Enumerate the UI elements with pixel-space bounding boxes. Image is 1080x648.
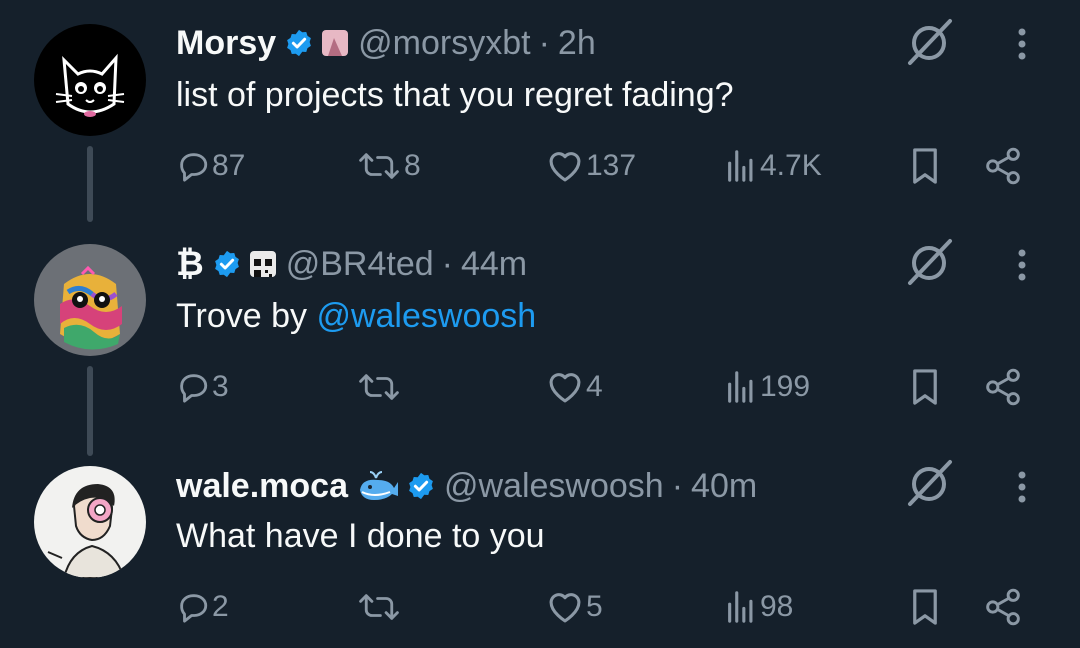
more-icon[interactable] [1010, 467, 1034, 507]
views-button[interactable]: 98 [724, 585, 793, 629]
views-icon [728, 371, 753, 403]
tweet-text-prefix: Trove by [176, 297, 317, 335]
handle[interactable]: @waleswoosh [444, 467, 664, 506]
handle[interactable]: @morsyxbt [358, 24, 530, 63]
heart-icon [549, 152, 581, 182]
repost-button[interactable] [356, 365, 404, 409]
whale-emoji-icon [359, 471, 398, 500]
views-icon [728, 591, 753, 623]
more-icon[interactable] [1010, 24, 1034, 64]
tweet[interactable]: Morsy @morsyxbt · 2h list of projects th… [0, 0, 1080, 220]
reply-button[interactable]: 2 [176, 585, 229, 629]
like-button[interactable]: 5 [546, 585, 603, 629]
tweet-text: list of projects that you regret fading? [176, 76, 734, 114]
like-count: 4 [586, 370, 603, 403]
tweet-header: ₿ @BR4ted · 44m [176, 244, 527, 284]
like-count: 137 [586, 149, 637, 182]
affiliation-badge-icon[interactable] [249, 251, 276, 277]
bookmark-button[interactable] [910, 144, 940, 188]
avatar[interactable] [34, 24, 146, 136]
sketch-avatar-image [34, 466, 146, 578]
avatar[interactable] [34, 244, 146, 356]
bookmark-icon [913, 589, 937, 625]
verified-badge-icon [287, 29, 312, 57]
repost-button[interactable] [356, 585, 404, 629]
share-icon [986, 147, 1020, 185]
display-name[interactable]: ₿ [176, 245, 204, 284]
share-icon [986, 368, 1020, 406]
share-button[interactable] [984, 585, 1022, 629]
handle[interactable]: @BR4ted [286, 245, 434, 284]
avatar[interactable] [34, 466, 146, 578]
view-count: 199 [760, 370, 811, 403]
like-count: 5 [586, 590, 603, 623]
grok-icon[interactable] [904, 458, 954, 508]
display-name[interactable]: Morsy [176, 24, 276, 63]
share-icon [986, 588, 1020, 626]
reply-count: 3 [212, 370, 229, 403]
timestamp[interactable]: 44m [461, 245, 527, 284]
separator-dot: · [671, 466, 684, 505]
heart-icon [549, 373, 581, 403]
timestamp[interactable]: 40m [691, 467, 757, 506]
grok-icon[interactable] [904, 17, 954, 67]
repost-button[interactable]: 8 [356, 144, 421, 188]
affiliation-badge-icon[interactable] [322, 30, 349, 56]
views-button[interactable]: 4.7K [724, 144, 822, 188]
colorful-art-avatar-image [34, 244, 146, 356]
mention-link[interactable]: @waleswoosh [316, 297, 536, 335]
tweet[interactable]: ₿ @BR4ted · 44m Trove by @waleswoosh 3 4… [0, 220, 1080, 440]
view-count: 4.7K [760, 149, 822, 182]
views-icon [728, 150, 753, 182]
separator-dot: · [538, 23, 550, 62]
like-button[interactable]: 137 [546, 144, 636, 188]
reply-thread: Morsy @morsyxbt · 2h list of projects th… [0, 0, 1080, 648]
more-icon[interactable] [1010, 245, 1034, 285]
reply-count: 87 [212, 149, 246, 182]
repost-icon [359, 594, 399, 620]
bookmark-icon [913, 148, 937, 184]
like-button[interactable]: 4 [546, 365, 603, 409]
tweet-text: What have I done to you [176, 517, 545, 555]
display-name[interactable]: wale.moca [176, 467, 348, 506]
bookmark-button[interactable] [910, 585, 940, 629]
tweet-header: wale.moca @waleswoosh · 40m [176, 466, 757, 506]
repost-icon [359, 153, 399, 179]
repost-icon [359, 374, 399, 400]
views-button[interactable]: 199 [724, 365, 810, 409]
reply-icon [180, 153, 208, 182]
reply-button[interactable]: 87 [176, 144, 245, 188]
bookmark-button[interactable] [910, 365, 940, 409]
share-button[interactable] [984, 144, 1022, 188]
tweet[interactable]: wale.moca @waleswoosh · 40m What have I … [0, 440, 1080, 648]
separator-dot: · [441, 244, 453, 283]
bookmark-icon [913, 369, 937, 405]
reply-count: 2 [212, 590, 229, 623]
share-button[interactable] [984, 365, 1022, 409]
repost-count: 8 [404, 149, 421, 182]
cat-avatar-image [34, 24, 146, 136]
heart-icon [549, 593, 581, 623]
timestamp[interactable]: 2h [558, 24, 596, 63]
tweet-header: Morsy @morsyxbt · 2h [176, 23, 596, 63]
verified-badge-icon [409, 472, 433, 500]
reply-icon [180, 594, 208, 623]
tweet-text: Trove by @waleswoosh [176, 297, 536, 336]
view-count: 98 [760, 590, 794, 623]
verified-badge-icon [214, 250, 239, 278]
reply-icon [180, 374, 208, 403]
reply-button[interactable]: 3 [176, 365, 229, 409]
grok-icon[interactable] [904, 237, 954, 287]
